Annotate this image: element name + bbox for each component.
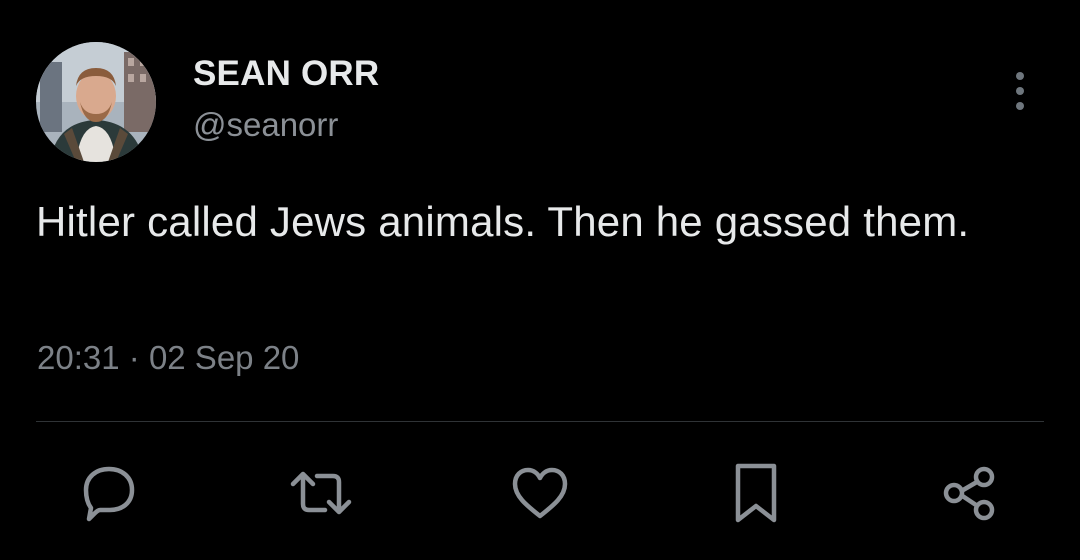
bookmark-button[interactable] (724, 460, 788, 526)
heart-outline-icon (512, 467, 568, 519)
retweet-button[interactable] (289, 460, 353, 526)
tweet-time[interactable]: 20:31 (37, 339, 120, 376)
retweet-arrows-icon (290, 471, 352, 515)
tweet-date[interactable]: 02 Sep 20 (149, 339, 299, 376)
reply-button[interactable] (76, 460, 140, 526)
more-options-button[interactable] (1000, 68, 1040, 114)
handle[interactable]: @seanorr (193, 106, 338, 144)
speech-bubble-icon (83, 466, 135, 522)
display-name[interactable]: SEAN ORR (193, 54, 379, 94)
divider (36, 421, 1044, 422)
avatar-photo-icon (36, 42, 156, 162)
tweet-meta: 20:31 · 02 Sep 20 (37, 339, 299, 377)
tweet-text: Hitler called Jews animals. Then he gass… (36, 198, 970, 245)
like-button[interactable] (508, 460, 572, 526)
vertical-ellipsis-icon (1016, 72, 1024, 110)
bookmark-outline-icon (735, 463, 777, 523)
share-nodes-icon (943, 466, 995, 521)
share-button[interactable] (938, 460, 1002, 526)
meta-separator: · (128, 339, 140, 376)
tweet-card: SEAN ORR @seanorr Hitler called Jews ani… (0, 0, 1080, 560)
avatar[interactable] (36, 42, 156, 162)
